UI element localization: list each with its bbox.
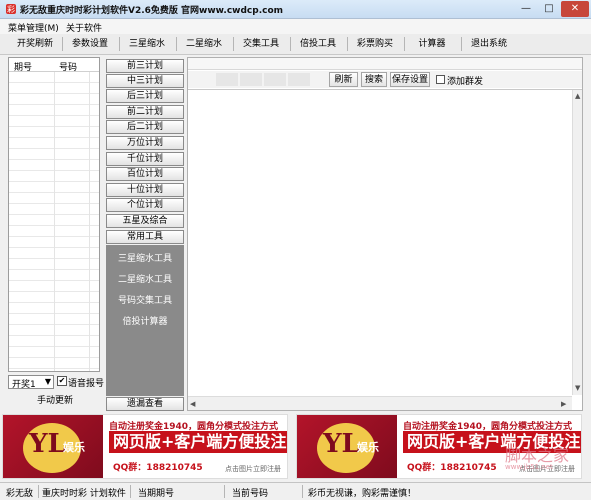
result-text-area[interactable]	[188, 89, 582, 410]
toolbar-refresh-draw[interactable]: 开奖刷新	[10, 35, 60, 53]
svg-text:彩: 彩	[7, 4, 15, 14]
plan-middle-three[interactable]: 中三计划	[106, 74, 184, 88]
status-current-number: 当前号码	[232, 489, 269, 499]
toolbar-three-star-shrink[interactable]: 三星缩水	[121, 35, 173, 53]
plan-units[interactable]: 个位计划	[106, 198, 184, 212]
brand-logo: YL 娱乐	[3, 415, 103, 478]
voice-announce-label: 语音报号	[68, 379, 105, 389]
search-field[interactable]	[264, 73, 286, 86]
plan-back-three[interactable]: 后三计划	[106, 89, 184, 103]
toolbar-divider	[176, 37, 177, 51]
search-button[interactable]: 搜索	[361, 72, 387, 87]
save-settings-button[interactable]: 保存设置	[390, 72, 430, 87]
status-bar: 彩无敌 重庆时时彩 计划软件 当期期号 当前号码 彩币无视谦，购彩需谨慎！	[0, 482, 591, 500]
draw-history-list[interactable]: 期号 号码	[8, 57, 100, 372]
toolbar-settings[interactable]: 参数设置	[64, 35, 116, 53]
ad-qq-group: QQ群：188210745	[407, 463, 497, 473]
tool-three-star-shrink[interactable]: 三星缩水工具	[106, 251, 184, 264]
tool-multiplier-calculator[interactable]: 倍投计算器	[106, 314, 184, 327]
scroll-up-icon[interactable]: ▲	[575, 92, 580, 100]
minimize-button[interactable]: —	[515, 1, 537, 17]
title-bar: 彩 彩无敌重庆时时彩计划软件V2.6免费版 官网www.cwdcp.com — …	[0, 0, 591, 19]
toolbar-divider	[290, 37, 291, 51]
add-group-send-checkbox[interactable]	[436, 75, 445, 84]
toolbar-two-star-shrink[interactable]: 二星缩水	[178, 35, 230, 53]
toolbar-intersection-tool[interactable]: 交集工具	[235, 35, 287, 53]
result-header	[188, 58, 582, 70]
plan-thousands[interactable]: 千位计划	[106, 152, 184, 166]
maximize-button[interactable]: □	[538, 1, 560, 17]
plan-result-panel: 刷新 搜索 保存设置 添加群发 ▲ ▼ ◀ ▶	[187, 57, 583, 411]
status-current-issue: 当期期号	[138, 489, 175, 499]
ad-line2: 网页版+客户端方便投注	[109, 431, 287, 453]
brand-logo: YL 娱乐	[297, 415, 397, 478]
scroll-left-icon[interactable]: ◀	[190, 400, 195, 408]
status-divider	[38, 485, 39, 498]
plan-tens[interactable]: 十位计划	[106, 183, 184, 197]
plan-ten-thousands[interactable]: 万位计划	[106, 136, 184, 150]
plan-front-three[interactable]: 前三计划	[106, 59, 184, 73]
missing-view-button[interactable]: 遗漏查看	[106, 397, 184, 411]
toolbar-divider	[404, 37, 405, 51]
tool-two-star-shrink[interactable]: 二星缩水工具	[106, 272, 184, 285]
chevron-down-icon: ▼	[44, 377, 51, 386]
draw-select-value: 开奖1	[12, 380, 36, 390]
toolbar-divider	[347, 37, 348, 51]
logo-text: 娱乐	[63, 441, 85, 454]
app-icon: 彩	[6, 4, 16, 14]
status-notice: 彩币无视谦，购彩需谨慎！	[308, 489, 417, 499]
toolbar-divider	[119, 37, 120, 51]
toolbar-lottery-purchase[interactable]: 彩票购买	[349, 35, 401, 53]
list-header: 期号 号码	[9, 58, 99, 73]
site-watermark-url: www.jb51.net	[505, 463, 553, 471]
menu-manage[interactable]: 菜单管理(M)	[8, 21, 59, 34]
plan-back-two[interactable]: 后二计划	[106, 120, 184, 134]
draw-select[interactable]: 开奖1 ▼	[8, 375, 54, 390]
toolbar-multiplier-tool[interactable]: 倍投工具	[292, 35, 344, 53]
manual-update-button[interactable]: 手动更新	[8, 393, 102, 410]
ad-banner[interactable]: YL 娱乐 自动注册奖金1940，圆角分模式投注方式 网页版+客户端方便投注 Q…	[2, 414, 288, 479]
add-group-send-label: 添加群发	[447, 77, 484, 87]
common-tools-panel: 三星缩水工具 二星缩水工具 号码交集工具 倍投计算器	[106, 245, 184, 396]
logo-text: 娱乐	[357, 441, 379, 454]
toolbar-calculator[interactable]: 计算器	[406, 35, 458, 53]
logo-mark: YL	[323, 429, 360, 459]
menu-bar: 菜单管理(M) 关于软件	[0, 19, 591, 34]
column-divider	[54, 72, 55, 371]
ad-qq-group: QQ群：188210745	[113, 463, 203, 473]
toolbar-exit[interactable]: 退出系统	[463, 35, 515, 53]
status-divider	[130, 485, 131, 498]
toolbar: 开奖刷新 参数设置 三星缩水 二星缩水 交集工具 倍投工具 彩票购买 计算器 退…	[0, 34, 591, 55]
search-field[interactable]	[288, 73, 310, 86]
status-divider	[302, 485, 303, 498]
ad-cta: 点击图片立即注册	[225, 465, 281, 473]
scroll-right-icon[interactable]: ▶	[561, 400, 566, 408]
toolbar-divider	[461, 37, 462, 51]
close-button[interactable]: ✕	[561, 1, 589, 17]
menu-about[interactable]: 关于软件	[66, 21, 102, 34]
refresh-button[interactable]: 刷新	[329, 72, 358, 87]
window-title: 彩无敌重庆时时彩计划软件V2.6免费版 官网www.cwdcp.com	[20, 6, 284, 16]
scroll-down-icon[interactable]: ▼	[575, 384, 580, 392]
status-software-name: 重庆时时彩 计划软件	[42, 489, 126, 499]
toolbar-divider	[62, 37, 63, 51]
search-field[interactable]	[240, 73, 262, 86]
logo-mark: YL	[29, 429, 66, 459]
tool-number-intersection[interactable]: 号码交集工具	[106, 293, 184, 306]
horizontal-scrollbar[interactable]: ◀ ▶	[188, 396, 572, 410]
voice-announce-checkbox[interactable]: ✔	[57, 376, 67, 386]
toolbar-divider	[233, 37, 234, 51]
common-tools-header[interactable]: 常用工具	[106, 230, 184, 244]
column-divider	[89, 72, 90, 371]
search-bar: 刷新 搜索 保存设置 添加群发	[188, 71, 582, 88]
status-app-name: 彩无敌	[6, 489, 34, 499]
status-divider	[224, 485, 225, 498]
search-field[interactable]	[216, 73, 238, 86]
plan-hundreds[interactable]: 百位计划	[106, 167, 184, 181]
plan-five-star-combined[interactable]: 五星及综合	[106, 214, 184, 228]
vertical-scrollbar[interactable]: ▲ ▼	[572, 90, 582, 395]
plan-front-two[interactable]: 前二计划	[106, 105, 184, 119]
